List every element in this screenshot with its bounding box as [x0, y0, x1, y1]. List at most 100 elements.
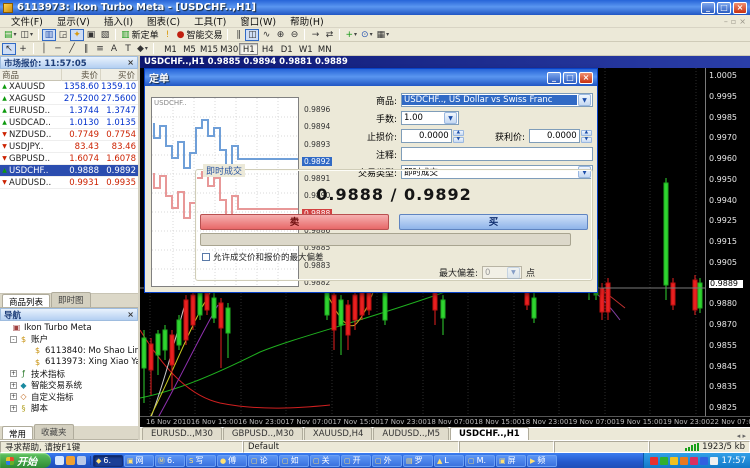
max-deviation-select[interactable]: 0▼ — [482, 266, 522, 279]
mdi-window-controls[interactable]: –▫× — [724, 17, 746, 26]
channel-button[interactable]: ∥ — [79, 43, 93, 55]
column-ask[interactable]: 买价 — [101, 69, 138, 81]
navigator-tree-item[interactable]: $ 6113973: Xing Xiao Yan — [0, 357, 138, 369]
vertical-line-button[interactable]: │ — [37, 43, 51, 55]
market-watch-row[interactable]: ▲ USDCAD.. 1.0130 1.0135 — [0, 117, 138, 129]
dropdown-arrow-icon[interactable]: ▼ — [444, 112, 457, 124]
dropdown-arrow-icon[interactable]: ▼ — [578, 94, 591, 106]
start-button[interactable]: 开始 — [0, 453, 51, 468]
tab-tick-chart[interactable]: 即时图 — [51, 292, 91, 307]
tree-expander-icon[interactable]: - — [10, 336, 17, 343]
mdi-minimize-icon[interactable]: – — [724, 17, 728, 26]
bar-chart-button[interactable]: ∥ — [231, 29, 245, 41]
data-window-toggle[interactable]: ◲ — [56, 29, 70, 41]
taskbar-button[interactable]: ● 傅 — [217, 455, 247, 467]
timeframe-button[interactable]: M15 — [199, 43, 219, 55]
expert-advisors-button[interactable]: ●智能交易 — [175, 29, 225, 41]
taskbar-button[interactable]: ▢ 如 — [279, 455, 309, 467]
tray-icon[interactable] — [680, 457, 688, 465]
timeframe-button[interactable]: H4 — [258, 43, 277, 55]
navigator-tree-item[interactable]: + ◆ 智能交易系统 — [0, 380, 138, 392]
zoom-in-button[interactable]: ⊕ — [273, 29, 287, 41]
menu-item[interactable]: 插入(I) — [97, 14, 140, 28]
timeframe-button[interactable]: D1 — [277, 43, 296, 55]
market-watch-row[interactable]: ▲ USDCHF.. 0.9888 0.9892 — [0, 165, 138, 177]
market-watch-close-icon[interactable]: × — [127, 58, 134, 67]
terminal-toggle[interactable]: ▣ — [84, 29, 98, 41]
new-chart-button[interactable]: ▤▾ — [2, 29, 19, 41]
ea-enable-button[interactable]: ! — [161, 29, 175, 41]
arrows-button[interactable]: ◆▾ — [135, 43, 150, 55]
tray-icon[interactable] — [710, 457, 718, 465]
horizontal-line-button[interactable]: ─ — [51, 43, 65, 55]
taskbar-button[interactable]: ▲ L — [434, 455, 464, 467]
candlestick-button[interactable]: ◫ — [245, 29, 259, 41]
navigator-tree-item[interactable]: $ 6113840: Mo Shao Ling — [0, 345, 138, 357]
market-watch-row[interactable]: ▼ GBPUSD.. 1.6074 1.6078 — [0, 153, 138, 165]
market-watch-row[interactable]: ▼ USDJPY.. 83.43 83.46 — [0, 141, 138, 153]
taskbar-button[interactable]: ▣ 屏 — [496, 455, 526, 467]
indicators-button[interactable]: +▾ — [343, 29, 359, 41]
taskbar-button[interactable]: ▤ 罗 — [403, 455, 433, 467]
market-watch-row[interactable]: ▼ NZDUSD.. 0.7749 0.7754 — [0, 129, 138, 141]
taskbar-button[interactable]: ◆ 6. — [93, 455, 123, 467]
taskbar-button[interactable]: ▢ 开 — [341, 455, 371, 467]
column-bid[interactable]: 卖价 — [62, 69, 101, 81]
timeframe-button[interactable]: H1 — [239, 43, 258, 55]
taskbar-button[interactable]: ▢ 关 — [310, 455, 340, 467]
status-profile[interactable]: Default — [243, 441, 459, 453]
minimize-button[interactable]: _ — [701, 2, 715, 14]
stop-loss-input[interactable]: 0.0000 — [401, 129, 452, 143]
mdi-restore-icon[interactable]: ▫ — [731, 17, 736, 26]
symbol-select[interactable]: USDCHF.., US Dollar vs Swiss Franc▼ — [401, 93, 593, 107]
sell-button[interactable]: 卖 — [200, 214, 389, 230]
column-symbol[interactable]: 商品 — [0, 69, 62, 81]
cursor-button[interactable]: ↖ — [2, 43, 16, 55]
tray-icon[interactable] — [700, 457, 708, 465]
tray-icon[interactable] — [670, 457, 678, 465]
chart-tab[interactable]: EURUSD..,M30 — [142, 427, 222, 440]
chart-shift-button[interactable]: ⇄ — [322, 29, 336, 41]
quick-launch-icon[interactable] — [66, 456, 75, 465]
menu-item[interactable]: 帮助(H) — [283, 14, 331, 28]
taskbar-button[interactable]: ▢ 外 — [372, 455, 402, 467]
dialog-minimize-button[interactable]: _ — [547, 72, 561, 84]
navigator-tree-item[interactable]: ▣ Ikon Turbo Meta — [0, 322, 138, 334]
menu-item[interactable]: 工具(T) — [187, 14, 233, 28]
tab-scroll-arrows-icon[interactable]: ◂ ▸ — [737, 432, 750, 440]
zoom-out-button[interactable]: ⊖ — [287, 29, 301, 41]
chart-tab[interactable]: USDCHF..,H1 — [450, 427, 529, 440]
taskbar-button[interactable]: ▢ M. — [465, 455, 495, 467]
timeframe-button[interactable]: M5 — [180, 43, 199, 55]
taskbar-button[interactable]: ▶ 频 — [527, 455, 557, 467]
close-button[interactable]: × — [733, 2, 747, 14]
timeframe-button[interactable]: M30 — [219, 43, 239, 55]
tab-symbols[interactable]: 商品列表 — [2, 294, 50, 307]
menu-item[interactable]: 图表(C) — [140, 14, 187, 28]
stop-loss-spinner[interactable]: ▲▼ — [453, 130, 464, 142]
comment-input[interactable] — [401, 147, 593, 161]
dialog-maximize-button[interactable]: □ — [563, 72, 577, 84]
tab-favorites[interactable]: 收藏夹 — [34, 424, 74, 439]
new-order-button[interactable]: ▥新定单 — [119, 29, 161, 41]
crosshair-button[interactable]: + — [16, 43, 30, 55]
periods-button[interactable]: ⊙▾ — [359, 29, 375, 41]
chart-tab[interactable]: XAUUSD,H4 — [304, 427, 373, 440]
tree-expander-icon[interactable]: + — [10, 382, 17, 389]
menu-item[interactable]: 文件(F) — [4, 14, 50, 28]
tray-icon[interactable] — [650, 457, 658, 465]
tray-icon[interactable] — [690, 457, 698, 465]
tab-common[interactable]: 常用 — [2, 426, 33, 439]
navigator-tree-item[interactable]: + ◇ 自定义指标 — [0, 391, 138, 403]
profiles-button[interactable]: ◫▾ — [19, 29, 36, 41]
taskbar-button[interactable]: ▣ 网 — [124, 455, 154, 467]
market-watch-toggle[interactable]: ▥ — [42, 29, 56, 41]
deviation-checkbox[interactable] — [202, 253, 210, 261]
trendline-button[interactable]: ╱ — [65, 43, 79, 55]
tree-expander-icon[interactable]: + — [10, 405, 17, 412]
timeframe-button[interactable]: M1 — [161, 43, 180, 55]
navigator-tree-item[interactable]: + ƒ 技术指标 — [0, 368, 138, 380]
text-button[interactable]: A — [107, 43, 121, 55]
fibonacci-button[interactable]: ≡ — [93, 43, 107, 55]
tray-icon[interactable] — [660, 457, 668, 465]
